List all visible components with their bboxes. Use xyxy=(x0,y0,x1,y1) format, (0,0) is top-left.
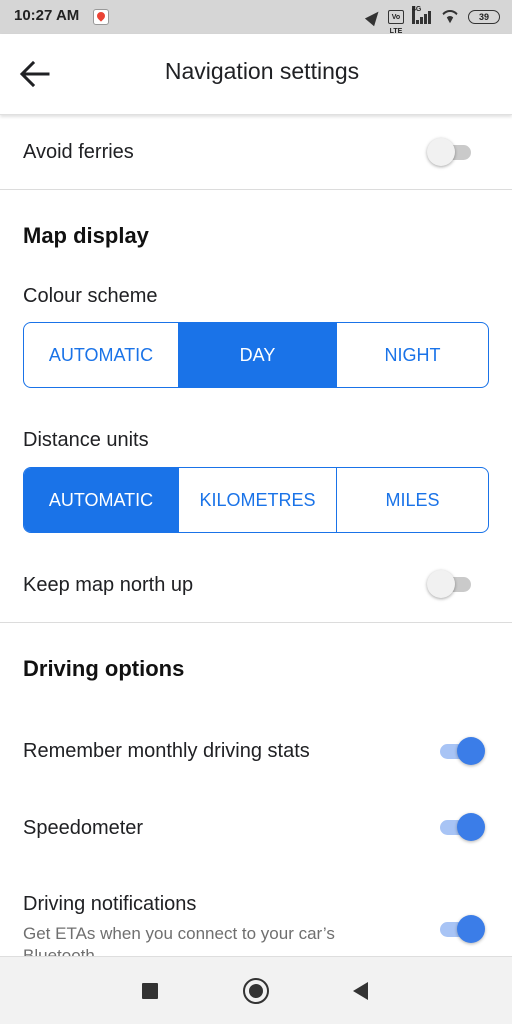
status-icons: Vo LTE 4G 39 xyxy=(364,6,500,35)
monthly-stats-switch[interactable] xyxy=(436,736,486,766)
distance-units-kilometres-option[interactable]: KILOMETRES xyxy=(179,468,337,532)
driving-notifications-row[interactable]: Driving notifications Get ETAs when you … xyxy=(0,866,512,956)
top-app-bar: Navigation settings xyxy=(0,34,512,115)
driving-notifications-description: Get ETAs when you connect to your car’s xyxy=(23,924,335,943)
colour-scheme-label: Colour scheme xyxy=(23,285,158,307)
distance-units-miles-option[interactable]: MILES xyxy=(337,468,488,532)
page-title: Navigation settings xyxy=(164,58,360,84)
colour-scheme-night-option[interactable]: NIGHT xyxy=(337,323,488,387)
driving-notifications-switch[interactable] xyxy=(436,914,486,944)
keep-north-up-row[interactable]: Keep map north up xyxy=(0,550,512,622)
keep-north-up-label: Keep map north up xyxy=(23,574,194,596)
monthly-stats-label: Remember monthly driving stats xyxy=(23,740,310,762)
signal-4g-icon: 4G xyxy=(412,6,432,24)
colour-scheme-day-option[interactable]: DAY xyxy=(179,323,337,387)
driving-options-heading: Driving options xyxy=(23,656,185,681)
keep-north-up-switch[interactable] xyxy=(427,569,477,599)
distance-units-automatic-option[interactable]: AUTOMATIC xyxy=(24,468,179,532)
wifi-icon xyxy=(440,10,460,24)
avoid-ferries-label: Avoid ferries xyxy=(23,141,134,163)
driving-notifications-label: Driving notifications xyxy=(23,893,197,915)
battery-icon: 39 xyxy=(468,10,500,24)
divider xyxy=(0,189,512,190)
battery-level: 39 xyxy=(478,12,489,22)
screen: 10:27 AM Vo LTE 4G 39 Navigation setting… xyxy=(0,0,512,1024)
navigation-arrow-icon xyxy=(364,7,384,27)
monthly-stats-row[interactable]: Remember monthly driving stats xyxy=(0,710,512,790)
volte-icon: Vo LTE xyxy=(388,10,404,35)
back-triangle-icon[interactable] xyxy=(348,977,376,1005)
home-circle-icon[interactable] xyxy=(242,977,270,1005)
speedometer-switch[interactable] xyxy=(436,812,486,842)
speedometer-row[interactable]: Speedometer xyxy=(0,790,512,866)
colour-scheme-selector: AUTOMATIC DAY NIGHT xyxy=(23,322,489,388)
divider xyxy=(0,622,512,623)
map-display-heading: Map display xyxy=(23,223,149,248)
colour-scheme-automatic-option[interactable]: AUTOMATIC xyxy=(24,323,179,387)
avoid-ferries-switch[interactable] xyxy=(427,137,477,167)
driving-notifications-description-overflow: Bluetooth xyxy=(23,946,95,956)
distance-units-label: Distance units xyxy=(23,429,149,451)
network-type-label: 4G xyxy=(412,6,421,24)
speedometer-label: Speedometer xyxy=(23,817,144,839)
system-navigation-bar xyxy=(0,956,512,1024)
recents-square-icon[interactable] xyxy=(136,977,164,1005)
distance-units-selector: AUTOMATIC KILOMETRES MILES xyxy=(23,467,489,533)
avoid-ferries-row[interactable]: Avoid ferries xyxy=(0,114,512,190)
maps-notification-icon xyxy=(93,9,109,25)
status-bar: 10:27 AM Vo LTE 4G 39 xyxy=(0,0,512,35)
status-time: 10:27 AM xyxy=(14,7,80,24)
